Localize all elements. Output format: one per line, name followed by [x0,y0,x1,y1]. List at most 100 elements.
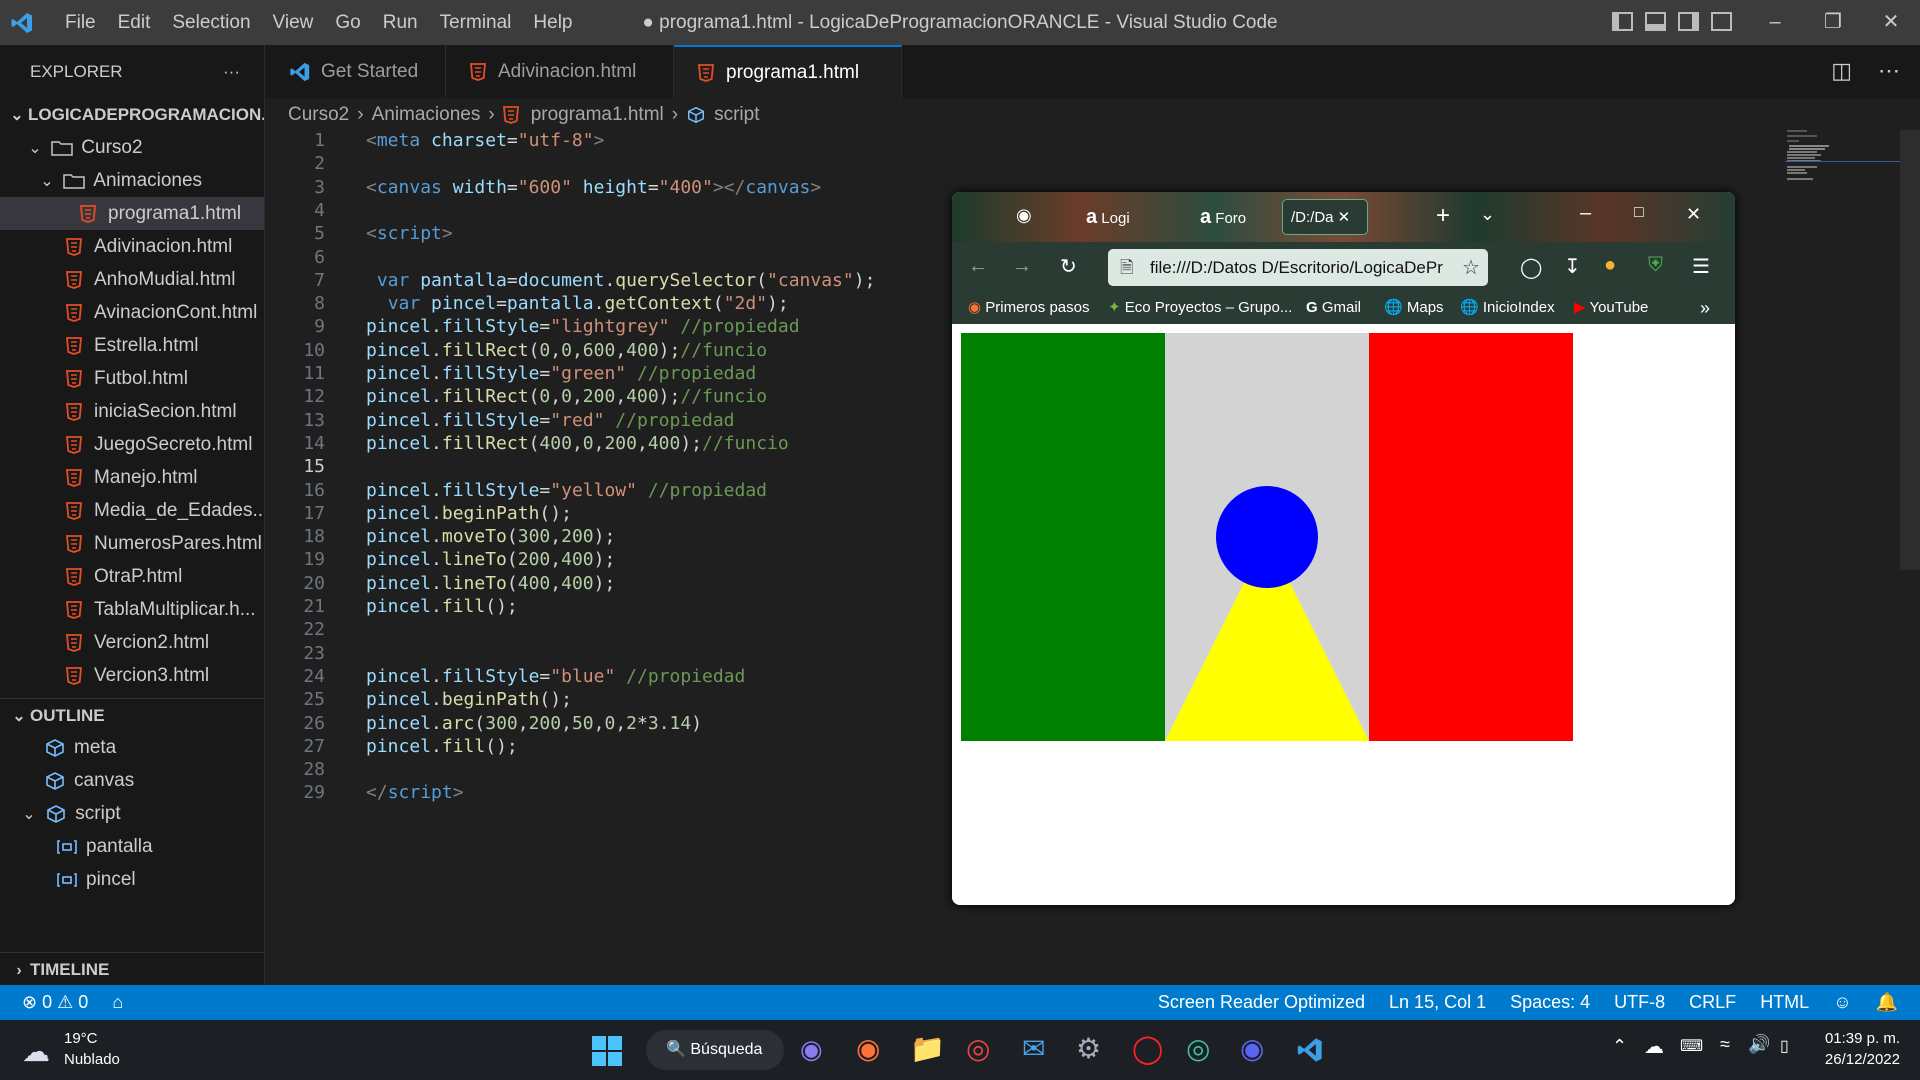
outline-item-meta[interactable]: meta [0,731,264,764]
weather-text[interactable]: Nublado [64,1051,120,1068]
tab-adivinacion[interactable]: Adivinacion.html [446,45,674,98]
file-item[interactable]: Vercion3.html [0,659,264,692]
outline-item-pincel[interactable]: pincel [0,863,264,896]
menu-file[interactable]: File [54,12,107,34]
workspace-root[interactable]: ⌄ LOGICADEPROGRAMACION... [0,98,264,131]
close-icon[interactable]: ✕ [1862,0,1920,45]
bookmark-eco-proyectos[interactable]: ✦ Eco Proyectos – Grupo... [1108,292,1292,324]
explorer-more-icon[interactable]: ··· [223,45,240,98]
bookmark-star-icon[interactable]: ☆ [1462,255,1480,280]
keyboard-icon[interactable]: ⌨ [1680,1036,1703,1056]
chevron-double-right-icon[interactable]: » [1700,292,1710,324]
firefox-view-icon[interactable]: ◉ [1016,205,1032,226]
close-icon[interactable]: ✕ [1686,204,1701,225]
menu-go[interactable]: Go [324,12,371,34]
teams-icon[interactable]: ◉ [800,1034,823,1065]
windows-start-icon[interactable] [592,1036,622,1066]
language-mode[interactable]: HTML [1748,992,1821,1013]
chevron-up-icon[interactable]: ⌃ [1612,1036,1627,1057]
file-item[interactable]: Media_de_Edades... [0,494,264,527]
more-actions-icon[interactable]: ⋯ [1878,58,1900,84]
problems-indicator[interactable]: ⊗ 0 ⚠ 0 [0,992,100,1013]
breadcrumb-file[interactable]: programa1.html [531,100,664,130]
browser-tab-logi[interactable]: a Logi [1086,199,1156,235]
edge-icon[interactable]: ◎ [1186,1032,1210,1065]
browser-tab-active[interactable]: /D:/Da ✕ [1282,199,1368,235]
file-item[interactable]: Adivinacion.html [0,230,264,263]
settings-gear-icon[interactable]: ⚙ [1076,1032,1101,1065]
vscode-taskbar-icon[interactable] [1296,1036,1324,1064]
menu-terminal[interactable]: Terminal [429,12,523,34]
volume-icon[interactable]: 🔊 [1748,1034,1770,1055]
file-item[interactable]: OtraP.html [0,560,264,593]
wifi-icon[interactable]: ≈ [1720,1034,1730,1055]
toggle-secondary-sidebar-icon[interactable] [1678,12,1699,31]
screen-reader-mode[interactable]: Screen Reader Optimized [1146,992,1377,1013]
cursor-position[interactable]: Ln 15, Col 1 [1377,992,1498,1013]
customize-layout-icon[interactable] [1711,12,1732,31]
weather-temp[interactable]: 19°C [64,1030,98,1047]
bookmark-primeros-pasos[interactable]: ◉ Primeros pasos [968,292,1089,324]
bookmark-youtube[interactable]: ▶ YouTube [1574,292,1648,324]
tab-get-started[interactable]: Get Started [265,45,446,98]
pocket-icon[interactable]: ◯ [1520,255,1542,280]
file-item-programa1[interactable]: programa1.html [0,197,264,230]
forward-icon[interactable]: → [1012,255,1032,278]
new-tab-icon[interactable]: + [1436,202,1450,230]
discord-icon[interactable]: ◉ [1240,1032,1264,1065]
file-item[interactable]: Estrella.html [0,329,264,362]
home-icon[interactable]: ⌂ [100,992,135,1013]
outline-item-script[interactable]: ⌄ script [0,797,264,830]
reload-icon[interactable]: ↻ [1060,254,1077,279]
minimize-icon[interactable]: – [1580,202,1591,225]
outline-section[interactable]: ⌄ OUTLINE [0,698,264,731]
file-item[interactable]: TablaMultiplicar.h... [0,593,264,626]
extension-icon[interactable]: ● [1604,254,1616,277]
back-icon[interactable]: ← [968,255,988,278]
battery-icon[interactable]: ▯ [1780,1036,1789,1056]
firefox-icon[interactable]: ◉ [856,1032,880,1065]
url-bar[interactable]: 🗎 file:///D:/Datos D/Escritorio/LogicaDe… [1108,249,1488,286]
file-item[interactable]: iniciaSecion.html [0,395,264,428]
file-explorer-icon[interactable]: 📁 [910,1032,945,1065]
breadcrumb-animaciones[interactable]: Animaciones [372,100,481,130]
file-item[interactable]: AvinacionCont.html [0,296,264,329]
menu-edit[interactable]: Edit [107,12,162,34]
onedrive-cloud-icon[interactable]: ☁ [1644,1034,1664,1059]
folder-curso2[interactable]: ⌄ Curso2 [0,131,264,164]
encoding[interactable]: UTF-8 [1602,992,1677,1013]
file-item[interactable]: JuegoSecreto.html [0,428,264,461]
maximize-icon[interactable]: □ [1634,204,1644,222]
indentation[interactable]: Spaces: 4 [1498,992,1602,1013]
outline-item-pantalla[interactable]: pantalla [0,830,264,863]
opera-icon[interactable]: ◯ [1132,1032,1163,1065]
file-item[interactable]: NumerosPares.html [0,527,264,560]
taskbar-search[interactable]: 🔍 Búsqueda [646,1030,784,1070]
menu-icon[interactable]: ☰ [1692,254,1710,279]
file-item[interactable]: AnhoMudial.html [0,263,264,296]
clock-time[interactable]: 01:39 p. m. [1820,1030,1900,1047]
file-item[interactable]: Futbol.html [0,362,264,395]
breadcrumb-curso2[interactable]: Curso2 [288,100,349,130]
outline-item-canvas[interactable]: canvas [0,764,264,797]
mail-icon[interactable]: ✉ [1022,1032,1045,1065]
menu-run[interactable]: Run [372,12,429,34]
menu-view[interactable]: View [262,12,325,34]
minimize-icon[interactable]: – [1746,0,1804,45]
bookmark-inicioindex[interactable]: 🌐 InicioIndex [1460,292,1555,324]
menu-selection[interactable]: Selection [161,12,261,34]
timeline-section[interactable]: › TIMELINE [0,952,264,985]
bookmark-maps[interactable]: 🌐 Maps [1384,292,1444,324]
bookmark-gmail[interactable]: G Gmail [1306,292,1361,324]
toggle-panel-icon[interactable] [1645,12,1666,31]
list-tabs-icon[interactable]: ⌄ [1480,204,1495,225]
file-item[interactable]: Vercion2.html [0,626,264,659]
folder-animaciones[interactable]: ⌄ Animaciones [0,164,264,197]
line-ending[interactable]: CRLF [1677,992,1748,1013]
browser-tab-foro[interactable]: a Foro [1200,199,1270,235]
editor-scrollbar[interactable] [1900,130,1920,570]
file-item[interactable]: Manejo.html [0,461,264,494]
notifications-bell-icon[interactable]: 🔔 [1864,992,1920,1013]
shield-icon[interactable]: ⛨ [1648,254,1663,277]
breadcrumb-script[interactable]: script [714,100,759,130]
